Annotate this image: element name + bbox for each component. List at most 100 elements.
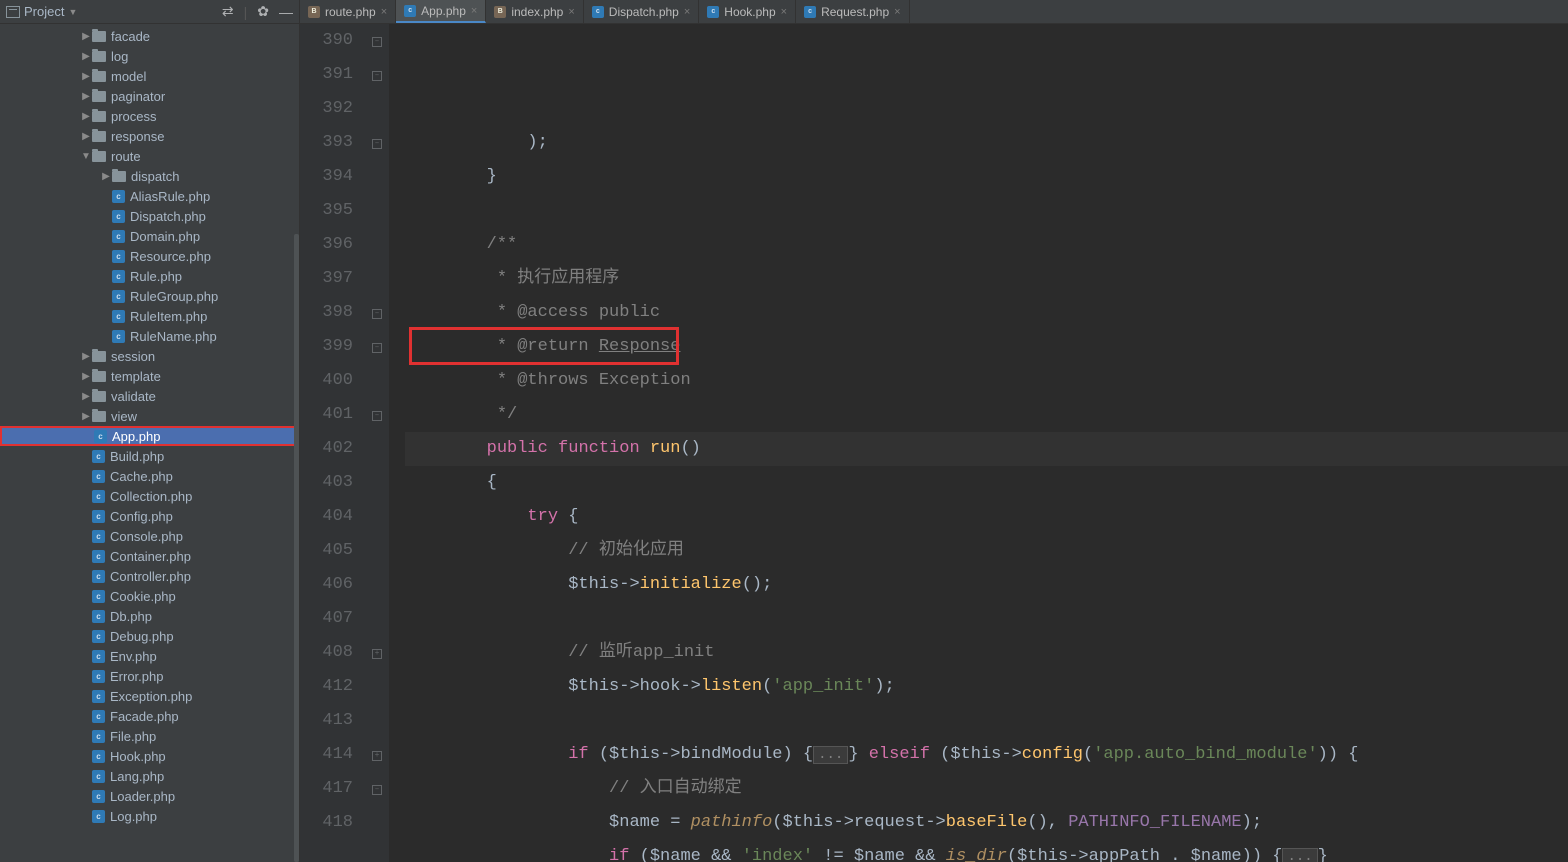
chevron-icon[interactable]: ▼ [80,151,92,162]
fold-gutter[interactable]: – – – – – – + + – [365,24,389,862]
editor-tab[interactable]: cHook.php× [699,0,796,23]
tree-file[interactable]: cCache.php [0,466,299,486]
tree-folder[interactable]: ▶view [0,406,299,426]
code-line[interactable]: * @throws Exception [405,364,1568,398]
code-line[interactable]: public function run() [405,432,1568,466]
tree-folder[interactable]: ▶log [0,46,299,66]
close-icon[interactable]: × [684,6,690,18]
tree-folder[interactable]: ▶session [0,346,299,366]
tree-file[interactable]: cError.php [0,666,299,686]
code-line[interactable]: ); [405,126,1568,160]
fold-toggle[interactable]: + [372,649,382,659]
tree-file[interactable]: cDebug.php [0,626,299,646]
fold-toggle[interactable]: – [372,37,382,47]
tree-file[interactable]: cRuleGroup.php [0,286,299,306]
chevron-icon[interactable]: ▶ [80,51,92,62]
code-line[interactable]: } [405,160,1568,194]
code-line[interactable]: try { [405,500,1568,534]
chevron-icon[interactable]: ▶ [80,131,92,142]
fold-toggle[interactable]: + [372,751,382,761]
code-line[interactable] [405,704,1568,738]
close-icon[interactable]: × [568,6,574,18]
tree-file[interactable]: cLog.php [0,806,299,826]
tree-file[interactable]: cFacade.php [0,706,299,726]
editor-tab[interactable]: Bindex.php× [486,0,583,23]
code-line[interactable]: /** [405,228,1568,262]
code-line[interactable]: * @access public [405,296,1568,330]
tree-file[interactable]: cHook.php [0,746,299,766]
tree-file[interactable]: cContainer.php [0,546,299,566]
tree-file[interactable]: cEnv.php [0,646,299,666]
tree-file[interactable]: cResource.php [0,246,299,266]
code-line[interactable] [405,194,1568,228]
tree-folder[interactable]: ▶process [0,106,299,126]
code-line[interactable]: // 监听app_init [405,636,1568,670]
tree-folder[interactable]: ▶validate [0,386,299,406]
code-line[interactable]: if ($name && 'index' != $name && is_dir(… [405,840,1568,862]
tree-file[interactable]: cDb.php [0,606,299,626]
tree-file[interactable]: cCollection.php [0,486,299,506]
fold-toggle[interactable]: – [372,309,382,319]
hide-icon[interactable]: — [279,4,293,20]
code-line[interactable] [405,602,1568,636]
gear-icon[interactable]: ✿ [257,3,269,20]
tree-file[interactable]: cRuleItem.php [0,306,299,326]
tree-folder[interactable]: ▶response [0,126,299,146]
tree-folder[interactable]: ▶facade [0,26,299,46]
editor-tab[interactable]: Broute.php× [300,0,396,23]
tree-file[interactable]: cLoader.php [0,786,299,806]
chevron-icon[interactable]: ▶ [80,91,92,102]
chevron-icon[interactable]: ▶ [80,411,92,422]
tree-file[interactable]: cRule.php [0,266,299,286]
chevron-icon[interactable]: ▶ [80,31,92,42]
tree-file[interactable]: cApp.php [0,426,299,446]
editor-tab[interactable]: cApp.php× [396,0,486,23]
tree-file[interactable]: cFile.php [0,726,299,746]
tree-file[interactable]: cConfig.php [0,506,299,526]
fold-toggle[interactable]: – [372,71,382,81]
chevron-icon[interactable]: ▶ [80,371,92,382]
tree-file[interactable]: cRuleName.php [0,326,299,346]
chevron-icon[interactable]: ▶ [80,71,92,82]
tree-file[interactable]: cAliasRule.php [0,186,299,206]
chevron-icon[interactable]: ▶ [100,171,112,182]
close-icon[interactable]: × [894,6,900,18]
tree-file[interactable]: cLang.php [0,766,299,786]
dropdown-icon[interactable]: ▼ [68,7,77,17]
scrollbar[interactable] [294,234,299,862]
tree-folder[interactable]: ▶model [0,66,299,86]
tree-folder[interactable]: ▶template [0,366,299,386]
code-line[interactable]: // 入口自动绑定 [405,772,1568,806]
tree-file[interactable]: cDomain.php [0,226,299,246]
tree-file[interactable]: cBuild.php [0,446,299,466]
close-icon[interactable]: × [781,6,787,18]
code-line[interactable]: * 执行应用程序 [405,262,1568,296]
tree-file[interactable]: cController.php [0,566,299,586]
code-line[interactable]: // 初始化应用 [405,534,1568,568]
code-line[interactable]: if ($this->bindModule) {...} elseif ($th… [405,738,1568,772]
chevron-icon[interactable]: ▶ [80,391,92,402]
close-icon[interactable]: × [381,6,387,18]
code-line[interactable]: $name = pathinfo($this->request->baseFil… [405,806,1568,840]
fold-toggle[interactable]: – [372,785,382,795]
fold-toggle[interactable]: – [372,411,382,421]
tree-file[interactable]: cDispatch.php [0,206,299,226]
tree-file[interactable]: cException.php [0,686,299,706]
code-line[interactable]: $this->hook->listen('app_init'); [405,670,1568,704]
code-line[interactable]: { [405,466,1568,500]
editor-tab[interactable]: cDispatch.php× [584,0,699,23]
tree-folder[interactable]: ▼route [0,146,299,166]
code-line[interactable]: */ [405,398,1568,432]
project-tree[interactable]: ▶facade▶log▶model▶paginator▶process▶resp… [0,24,299,862]
code-area[interactable]: ); } /** * 执行应用程序 * @access public * @re… [389,24,1568,862]
tree-folder[interactable]: ▶dispatch [0,166,299,186]
chevron-icon[interactable]: ▶ [80,351,92,362]
collapse-icon[interactable]: ⇄ [222,3,234,20]
tree-folder[interactable]: ▶paginator [0,86,299,106]
fold-toggle[interactable]: – [372,343,382,353]
fold-toggle[interactable]: – [372,139,382,149]
code-line[interactable]: $this->initialize(); [405,568,1568,602]
tree-file[interactable]: cCookie.php [0,586,299,606]
chevron-icon[interactable]: ▶ [80,111,92,122]
tree-file[interactable]: cConsole.php [0,526,299,546]
